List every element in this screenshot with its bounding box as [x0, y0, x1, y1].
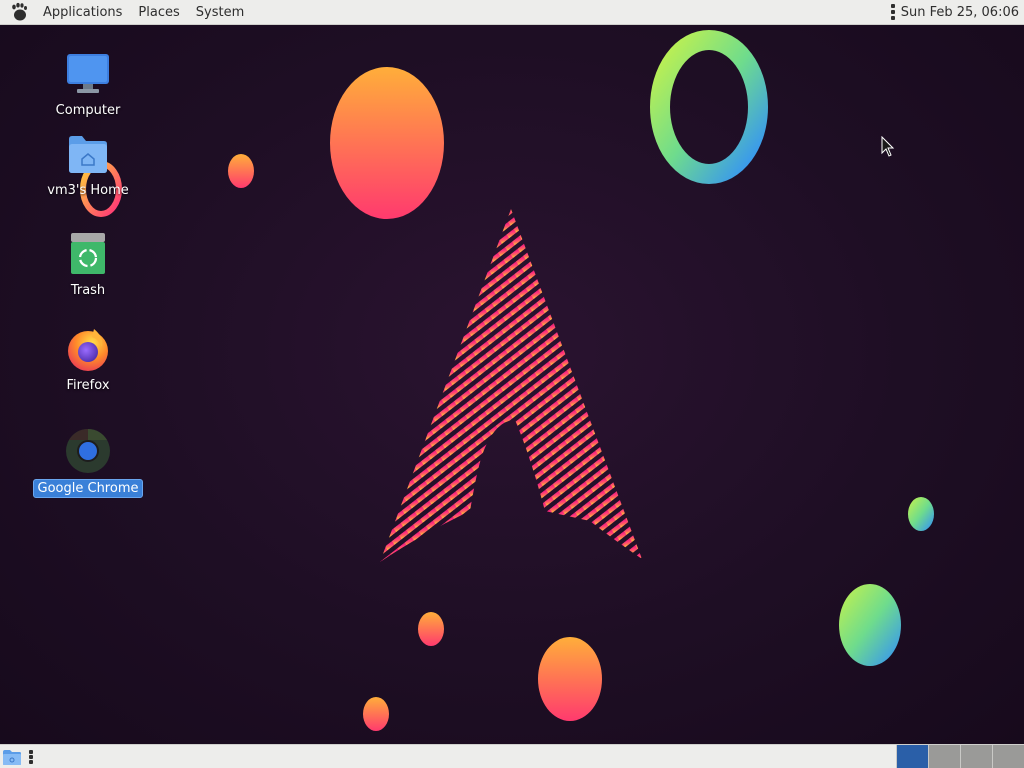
desktop-icon-label: Firefox [66, 378, 110, 393]
orange-bubble-bottom-2 [538, 637, 602, 721]
desktop-icon-label: Computer [55, 103, 121, 118]
workspace-1[interactable] [896, 744, 928, 768]
mouse-cursor-icon [881, 136, 895, 157]
gnome-foot-icon[interactable] [9, 2, 29, 22]
top-panel: Applications Places System Sun Feb 25, 0… [0, 0, 1024, 25]
menu-system[interactable]: System [188, 0, 252, 25]
menu-applications[interactable]: Applications [35, 0, 130, 25]
green-bubble-small [908, 497, 934, 531]
green-blue-ring [650, 30, 768, 184]
workspace-4[interactable] [992, 744, 1024, 768]
desktop[interactable]: Computer vm3's Home Trash Firefox Google… [0, 25, 1024, 744]
orange-bubble-bottom-1 [418, 612, 444, 646]
desktop-icon-home[interactable]: vm3's Home [33, 130, 143, 199]
workspace-3[interactable] [960, 744, 992, 768]
orange-bubble-bottom-3 [363, 697, 389, 731]
panel-handle-icon[interactable] [29, 749, 33, 764]
desktop-icon-label: vm3's Home [47, 183, 129, 198]
wallpaper [80, 30, 934, 731]
desktop-icon-computer[interactable]: Computer [33, 50, 143, 119]
desktop-icon-label: Trash [70, 283, 106, 298]
menu-places[interactable]: Places [130, 0, 187, 25]
workspace-switcher [896, 744, 1024, 768]
firefox-icon [64, 325, 112, 373]
computer-icon [64, 50, 112, 98]
trash-icon [64, 230, 112, 278]
desktop-icon-google-chrome[interactable]: Google Chrome [32, 427, 144, 498]
orange-bubble-small [228, 154, 254, 188]
chrome-icon [64, 427, 112, 475]
home-folder-icon [64, 130, 112, 178]
green-bubble-large [839, 584, 901, 666]
desktop-icon-trash[interactable]: Trash [33, 230, 143, 299]
desktop-icon-label: Google Chrome [32, 479, 144, 498]
clock[interactable]: Sun Feb 25, 06:06 [901, 5, 1019, 20]
orange-bubble-large [330, 67, 444, 219]
panel-right-area: Sun Feb 25, 06:06 [890, 0, 1024, 25]
panel-handle-icon[interactable] [890, 4, 895, 20]
desktop-icon-firefox[interactable]: Firefox [33, 325, 143, 394]
show-desktop-icon[interactable] [2, 747, 22, 767]
bottom-panel [0, 744, 1024, 768]
workspace-2[interactable] [928, 744, 960, 768]
